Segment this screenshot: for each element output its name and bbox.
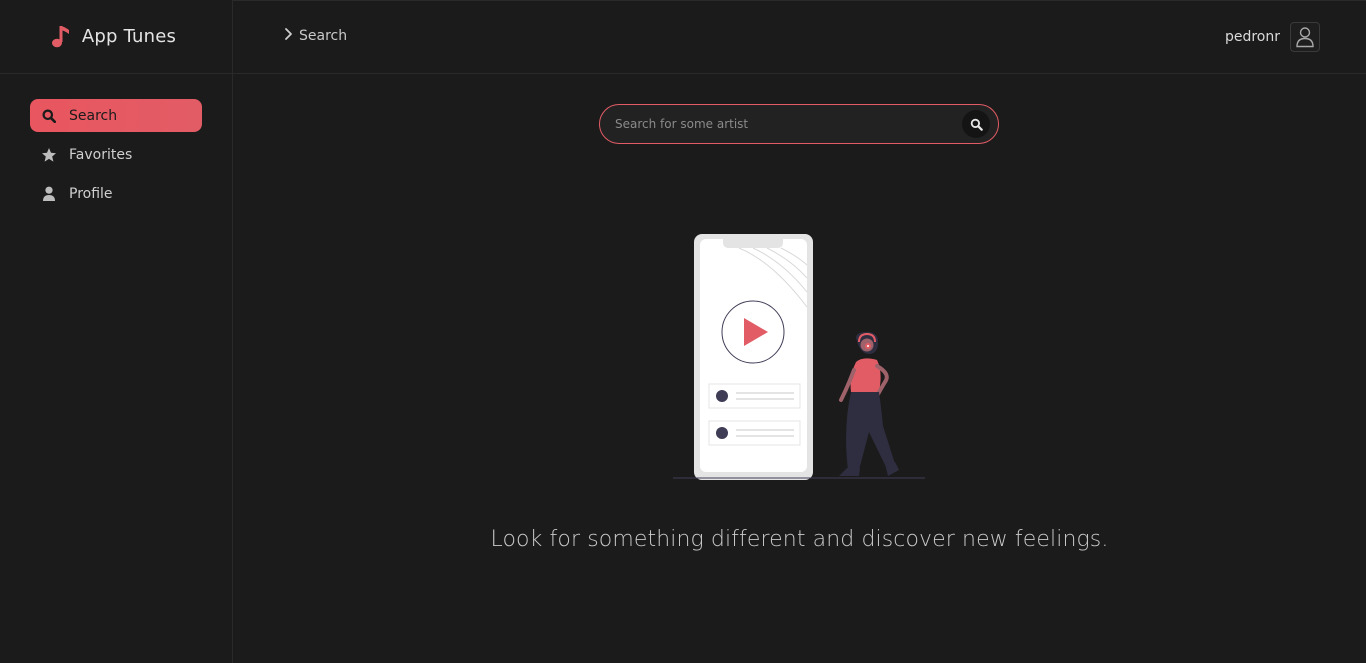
user-icon <box>41 186 57 202</box>
main-content: Look for something different and discove… <box>233 74 1366 663</box>
search-icon <box>970 118 983 131</box>
user-menu[interactable]: pedronr <box>1225 22 1320 52</box>
app-root: App Tunes Search Favorites Profile Searc… <box>0 0 1366 663</box>
search-bar <box>599 104 999 144</box>
chevron-right-icon <box>283 27 293 45</box>
user-outline-icon <box>1296 27 1314 48</box>
sidebar-item-label: Search <box>69 107 118 124</box>
logo[interactable]: App Tunes <box>0 0 232 74</box>
username[interactable]: pedronr <box>1225 29 1280 45</box>
top-header: Search pedronr <box>233 0 1366 74</box>
breadcrumb-current[interactable]: Search <box>299 28 347 44</box>
sidebar: App Tunes Search Favorites Profile <box>0 0 233 663</box>
sidebar-item-label: Profile <box>69 185 113 202</box>
breadcrumb: Search <box>283 27 347 45</box>
search-icon <box>41 108 57 124</box>
sidebar-item-favorites[interactable]: Favorites <box>30 138 202 171</box>
star-icon <box>41 147 57 163</box>
search-input[interactable] <box>615 117 962 131</box>
music-listening-illustration <box>673 234 925 480</box>
music-note-icon <box>50 24 72 50</box>
search-button[interactable] <box>962 110 990 138</box>
sidebar-item-profile[interactable]: Profile <box>30 177 202 210</box>
tagline: Look for something different and discove… <box>490 527 1109 552</box>
sidebar-item-search[interactable]: Search <box>30 99 202 132</box>
avatar[interactable] <box>1290 22 1320 52</box>
app-name: App Tunes <box>81 26 177 47</box>
sidebar-item-label: Favorites <box>69 146 133 163</box>
sidebar-nav: Search Favorites Profile <box>0 74 232 210</box>
